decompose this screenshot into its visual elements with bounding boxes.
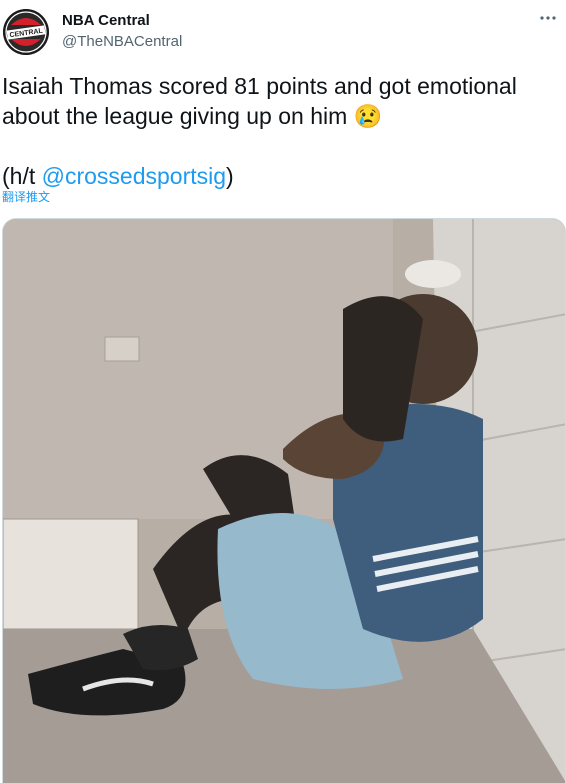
mention-link[interactable]: @crossedsportsig	[42, 163, 226, 189]
credit-suffix: )	[226, 163, 234, 189]
more-horizontal-icon	[540, 16, 556, 20]
tweet-media-image[interactable]	[2, 218, 566, 783]
credit-prefix: (h/t	[2, 163, 42, 189]
avatar[interactable]: CENTRAL	[3, 9, 49, 55]
tweet-text: Isaiah Thomas scored 81 points and got e…	[2, 71, 557, 191]
tweet-line-1: Isaiah Thomas scored 81 points and got e…	[2, 73, 517, 99]
media-photo	[3, 219, 565, 783]
translate-tweet-link[interactable]: 翻译推文	[2, 188, 50, 205]
tweet-header: CENTRAL NBA Central @TheNBACentral	[0, 0, 566, 64]
user-handle[interactable]: @TheNBACentral	[62, 33, 182, 50]
tweet-line-2: about the league giving up on him 😢	[2, 101, 557, 131]
tweet-line-2-text: about the league giving up on him	[2, 103, 348, 129]
nba-central-logo-icon: CENTRAL	[3, 9, 49, 55]
crying-face-emoji: 😢	[353, 103, 383, 129]
more-options-button[interactable]	[536, 8, 560, 28]
display-name[interactable]: NBA Central	[62, 12, 150, 29]
tweet-credit: (h/t @crossedsportsig)	[2, 161, 557, 191]
